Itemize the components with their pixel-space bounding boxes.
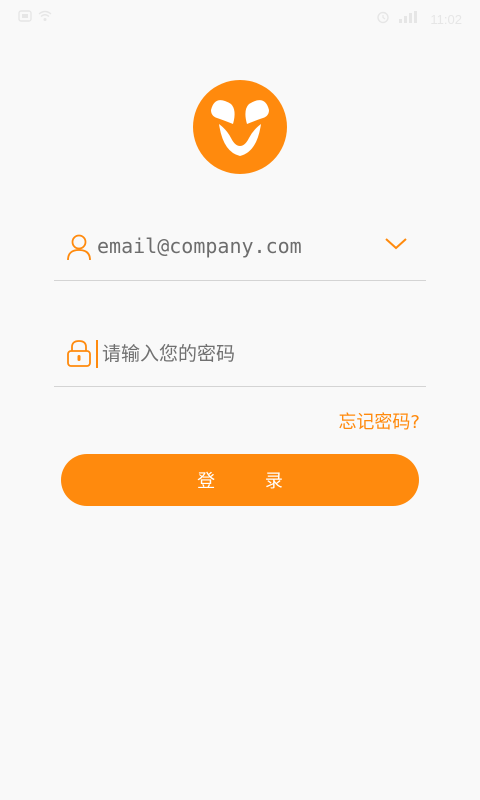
- sim-icon: [18, 10, 32, 26]
- alarm-icon: [376, 10, 390, 28]
- app-logo-mark: [211, 100, 269, 156]
- password-input[interactable]: [96, 340, 402, 368]
- user-icon: [66, 232, 92, 262]
- email-value[interactable]: email@company.com: [97, 234, 302, 258]
- status-time: 11:02: [430, 11, 462, 27]
- status-right: 11:02: [376, 10, 462, 28]
- status-bar: 11:02: [0, 0, 480, 36]
- login-screen: 11:02 email@company.com 忘记密码? 登 录: [0, 0, 480, 800]
- signal-icon: [398, 11, 422, 27]
- app-logo: [193, 80, 287, 174]
- wifi-icon: [38, 10, 52, 26]
- password-field[interactable]: [54, 330, 426, 387]
- forgot-password-link[interactable]: 忘记密码?: [338, 408, 420, 434]
- email-field[interactable]: email@company.com: [54, 224, 426, 281]
- lock-icon: [66, 338, 92, 368]
- chevron-down-icon[interactable]: [384, 234, 408, 252]
- login-button[interactable]: 登 录: [61, 454, 419, 506]
- status-left: [18, 10, 52, 26]
